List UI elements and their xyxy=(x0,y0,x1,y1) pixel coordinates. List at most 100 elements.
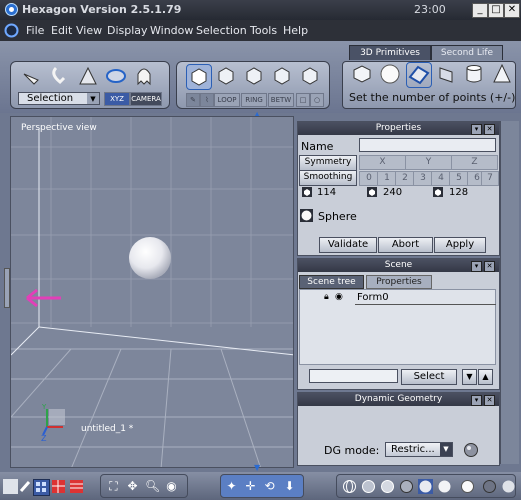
lasso-tool-icon[interactable] xyxy=(48,64,72,88)
axis-x-button[interactable]: X xyxy=(359,155,406,170)
ring-button[interactable]: RING xyxy=(241,93,267,107)
loop-button[interactable]: LOOP xyxy=(214,93,240,107)
layout-single-icon[interactable] xyxy=(69,479,84,494)
abort-button[interactable]: Abort xyxy=(378,237,433,253)
edge-mode-icon[interactable] xyxy=(214,64,238,88)
dg-mode-dropdown[interactable]: Restric... ▼ xyxy=(385,442,453,457)
textured-sphere-icon[interactable] xyxy=(399,479,414,494)
vertices-icon xyxy=(302,187,312,197)
smoothing-level-3[interactable]: 3 xyxy=(413,171,433,186)
panel-menu-icon[interactable]: ▾ xyxy=(471,261,482,272)
pan-icon[interactable]: ✥ xyxy=(125,479,140,494)
brush-icon[interactable]: ⌇ xyxy=(200,93,214,107)
move-icon[interactable]: ✛ xyxy=(243,479,258,494)
material-sphere-icon[interactable] xyxy=(460,479,475,494)
scale-icon[interactable]: ⬇ xyxy=(282,479,297,494)
plane-primitive-icon[interactable] xyxy=(406,62,432,88)
name-field[interactable] xyxy=(359,138,496,152)
ghost-select-icon[interactable] xyxy=(132,64,156,88)
flat-sphere-icon[interactable] xyxy=(361,479,376,494)
down-arrow-icon[interactable]: ▼ xyxy=(254,463,260,472)
scissors-icon[interactable] xyxy=(3,479,18,494)
move-down-button[interactable]: ▼ xyxy=(462,369,477,385)
between-button[interactable]: BETW xyxy=(268,93,294,107)
menu-file[interactable]: File xyxy=(26,24,44,37)
panel-close-icon[interactable]: ✕ xyxy=(484,395,495,406)
smooth-sphere-icon[interactable] xyxy=(380,479,395,494)
tab-3d-primitives[interactable]: 3D Primitives xyxy=(349,45,431,60)
pointer-tool-icon[interactable] xyxy=(20,64,44,88)
lock-icon[interactable]: 🔒︎ xyxy=(324,292,329,302)
universal-manipulator-icon[interactable]: ✦ xyxy=(224,479,239,494)
xyz-button[interactable]: XYZ xyxy=(104,92,130,106)
pen-icon[interactable]: ✎ xyxy=(186,93,200,107)
smoothing-button[interactable]: Smoothing xyxy=(299,170,357,186)
perspective-viewport[interactable]: Perspective view Z Y untitled_1 * xyxy=(10,116,294,468)
slab-primitive-icon[interactable] xyxy=(434,62,458,86)
vertex-mode-icon[interactable] xyxy=(186,64,212,90)
smoothing-level-7[interactable]: 7 xyxy=(481,171,499,186)
smoothing-level-4[interactable]: 4 xyxy=(431,171,451,186)
axis-y-button[interactable]: Y xyxy=(405,155,452,170)
all-mode-icon[interactable] xyxy=(298,64,322,88)
scene-item-form0[interactable]: Form0 xyxy=(357,292,389,303)
paint-select-icon[interactable] xyxy=(104,64,128,88)
cylinder-primitive-icon[interactable] xyxy=(462,62,486,86)
menu-display[interactable]: Display xyxy=(107,24,148,37)
face-mode-icon[interactable] xyxy=(242,64,266,88)
eye-icon[interactable]: ◉ xyxy=(335,292,343,302)
select-button[interactable]: Select xyxy=(401,369,457,385)
tab-scene-properties[interactable]: Properties xyxy=(366,275,432,289)
dg-sphere-icon[interactable] xyxy=(463,442,479,458)
menu-tools[interactable]: Tools xyxy=(250,24,277,37)
menu-help[interactable]: Help xyxy=(283,24,308,37)
camera-button[interactable]: CAMERA xyxy=(130,92,162,106)
shaded-sphere-icon[interactable] xyxy=(418,479,433,494)
panel-menu-icon[interactable]: ▾ xyxy=(471,124,482,135)
move-up-button[interactable]: ▲ xyxy=(478,369,493,385)
dg-mode-value: Restric... xyxy=(391,444,435,455)
panel-menu-icon[interactable]: ▾ xyxy=(471,395,482,406)
panel-close-icon[interactable]: ✕ xyxy=(484,124,495,135)
brush-tool-icon[interactable] xyxy=(18,479,33,494)
smoothing-level-0[interactable]: 0 xyxy=(359,171,379,186)
square-icon[interactable]: □ xyxy=(296,93,310,107)
sphere-object[interactable] xyxy=(127,235,173,281)
vertex-count: 114 xyxy=(317,187,337,198)
tab-scene-tree[interactable]: Scene tree xyxy=(299,275,364,289)
sphere-primitive-icon[interactable] xyxy=(378,62,402,86)
view-eye-icon[interactable]: ◉ xyxy=(164,479,179,494)
zoom-icon[interactable]: 🔍︎ xyxy=(145,479,160,494)
validate-button[interactable]: Validate xyxy=(319,237,377,253)
menu-window[interactable]: Window xyxy=(150,24,193,37)
menu-view[interactable]: View xyxy=(76,24,102,37)
panel-close-icon[interactable]: ✕ xyxy=(484,261,495,272)
cube-primitive-icon[interactable] xyxy=(350,62,374,86)
dark-sphere-icon[interactable] xyxy=(482,479,497,494)
grid-layout-icon[interactable] xyxy=(33,479,50,496)
tab-second-life[interactable]: Second Life xyxy=(431,45,503,60)
lit-sphere-icon[interactable] xyxy=(437,479,452,494)
face-select-icon[interactable] xyxy=(76,64,100,88)
minimize-button[interactable]: _ xyxy=(472,3,488,18)
smoothing-level-2[interactable]: 2 xyxy=(395,171,415,186)
apply-button[interactable]: Apply xyxy=(434,237,486,253)
maximize-button[interactable]: □ xyxy=(488,3,504,18)
smoothing-level-1[interactable]: 1 xyxy=(377,171,397,186)
axis-z-button[interactable]: Z xyxy=(451,155,498,170)
scene-search-input[interactable] xyxy=(309,369,398,383)
menu-edit[interactable]: Edit xyxy=(51,24,72,37)
selection-mode-dropdown[interactable]: Selection ▼ xyxy=(18,92,100,105)
layout-red-icon[interactable] xyxy=(51,479,66,494)
fit-view-icon[interactable]: ⛶ xyxy=(106,479,121,494)
smoothing-level-5[interactable]: 5 xyxy=(449,171,469,186)
object-mode-icon[interactable] xyxy=(270,64,294,88)
cone-primitive-icon[interactable] xyxy=(490,62,514,86)
render-sphere-icon[interactable] xyxy=(501,479,516,494)
close-button[interactable]: ✕ xyxy=(504,3,520,18)
circle-icon[interactable]: ○ xyxy=(310,93,324,107)
symmetry-button[interactable]: Symmetry xyxy=(299,155,357,171)
rotate-icon[interactable]: ⟲ xyxy=(262,479,277,494)
menu-selection[interactable]: Selection xyxy=(196,24,247,37)
wireframe-sphere-icon[interactable] xyxy=(342,479,357,494)
